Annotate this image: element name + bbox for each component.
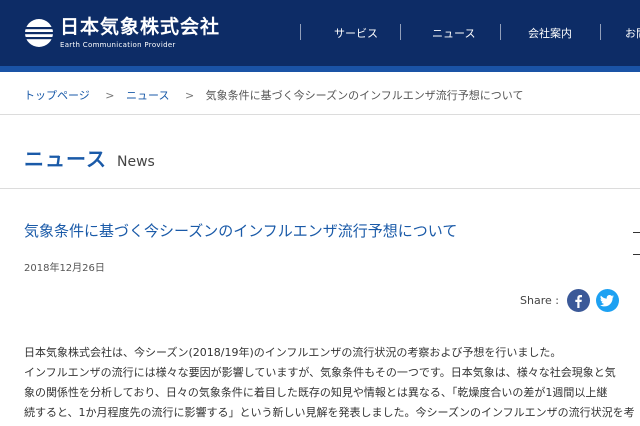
nav-item-services[interactable]: サービス [300,0,400,66]
article-paragraph-line: 象の関係性を分析しており、日々の気象条件に着目した既存の知見や情報とは異なる、「… [24,386,608,399]
nav-label: サービス [334,27,378,40]
article-paragraph-line: 日本気象株式会社は、今シーズン(2018/19年)のインフルエンザの流行状況の考… [24,346,562,359]
brand-logo[interactable]: 日本気象株式会社 Earth Communication Provider [24,13,220,53]
section-title-jp: ニュース [24,147,107,171]
article-paragraph-line: インフルエンザの流行には様々な要因が影響していますが、気象条件もその一つです。日… [24,366,616,379]
breadcrumb: トップページ > ニュース > 気象条件に基づく今シーズンのインフルエンザ流行予… [24,87,523,103]
breadcrumb-news[interactable]: ニュース [126,89,169,102]
share-label: Share : [520,294,559,307]
facebook-share-button[interactable] [566,289,590,312]
site-header: 日本気象株式会社 Earth Communication Provider サー… [0,0,640,66]
nav-divider [600,24,601,40]
article-title: 気象条件に基づく今シーズンのインフルエンザ流行予想について [24,222,458,240]
article-date: 2018年12月26日 [24,263,105,274]
twitter-icon [600,294,615,306]
breadcrumb-separator: > [105,89,115,102]
brand-name: 日本気象株式会社 [60,16,221,38]
section-title: ニュース News [24,143,155,172]
nav-label: 会社案内 [528,27,572,40]
breadcrumb-separator: > [184,89,195,102]
nav-item-contact[interactable]: お問 [600,0,640,66]
nav-divider [300,24,301,40]
article-paragraph-line: 続すると、1か月程度先の流行に影響する」という新しい見解を発表しました。今シーズ… [24,406,635,419]
sidebar-edge-mark [633,254,640,255]
nav-item-news[interactable]: ニュース [400,0,500,66]
earth-logo-icon [24,19,54,47]
section-title-en: News [117,154,155,170]
breadcrumb-current: 気象条件に基づく今シーズンのインフルエンザ流行予想について [205,89,524,102]
nav-item-company[interactable]: 会社案内 [500,0,600,66]
nav-divider [400,24,401,40]
header-accent-band [0,66,640,72]
divider [0,188,640,189]
facebook-icon [575,294,583,308]
breadcrumb-home[interactable]: トップページ [24,89,90,102]
share-bar: Share : [520,289,625,312]
nav-label: お問 [625,27,640,40]
nav-label: ニュース [432,27,476,40]
article-body: 日本気象株式会社は、今シーズン(2018/19年)のインフルエンザの流行状況の考… [24,343,635,423]
nav-divider [500,24,501,40]
divider [0,114,640,115]
sidebar-edge-mark [633,232,640,233]
twitter-share-button[interactable] [595,289,619,312]
brand-tagline: Earth Communication Provider [60,41,176,49]
